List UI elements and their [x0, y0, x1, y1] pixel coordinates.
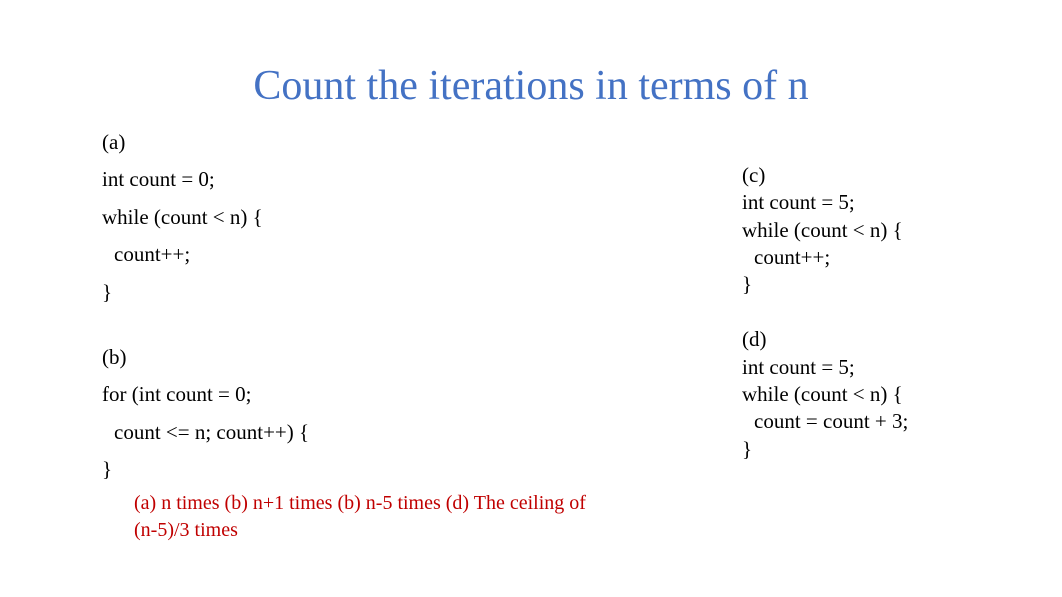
code-line: int count = 0; [102, 165, 582, 194]
code-line: while (count < n) { [742, 217, 1042, 244]
code-line: count++; [102, 240, 582, 269]
block-c-label: (c) [742, 162, 1042, 189]
code-line: } [102, 278, 582, 307]
code-block-a: (a) int count = 0; while (count < n) { c… [102, 128, 582, 307]
code-line: int count = 5; [742, 189, 1042, 216]
code-line: } [102, 455, 582, 484]
code-line: count = count + 3; [742, 408, 1042, 435]
code-line: for (int count = 0; [102, 380, 582, 409]
block-b-label: (b) [102, 343, 582, 372]
code-block-c: (c) int count = 5; while (count < n) { c… [742, 162, 1042, 298]
left-column: (a) int count = 0; while (count < n) { c… [102, 128, 582, 493]
code-line: while (count < n) { [742, 381, 1042, 408]
code-block-d: (d) int count = 5; while (count < n) { c… [742, 326, 1042, 462]
code-block-b: (b) for (int count = 0; count <= n; coun… [102, 343, 582, 485]
answer-text: (a) n times (b) n+1 times (b) n-5 times … [134, 490, 594, 544]
slide: Count the iterations in terms of n (a) i… [0, 0, 1062, 597]
code-line: count++; [742, 244, 1042, 271]
right-column: (c) int count = 5; while (count < n) { c… [742, 162, 1042, 463]
slide-title: Count the iterations in terms of n [0, 62, 1062, 110]
block-d-label: (d) [742, 326, 1042, 353]
code-line: while (count < n) { [102, 203, 582, 232]
code-line: } [742, 436, 1042, 463]
block-a-label: (a) [102, 128, 582, 157]
code-line: int count = 5; [742, 354, 1042, 381]
code-line: count <= n; count++) { [102, 418, 582, 447]
code-line: } [742, 271, 1042, 298]
